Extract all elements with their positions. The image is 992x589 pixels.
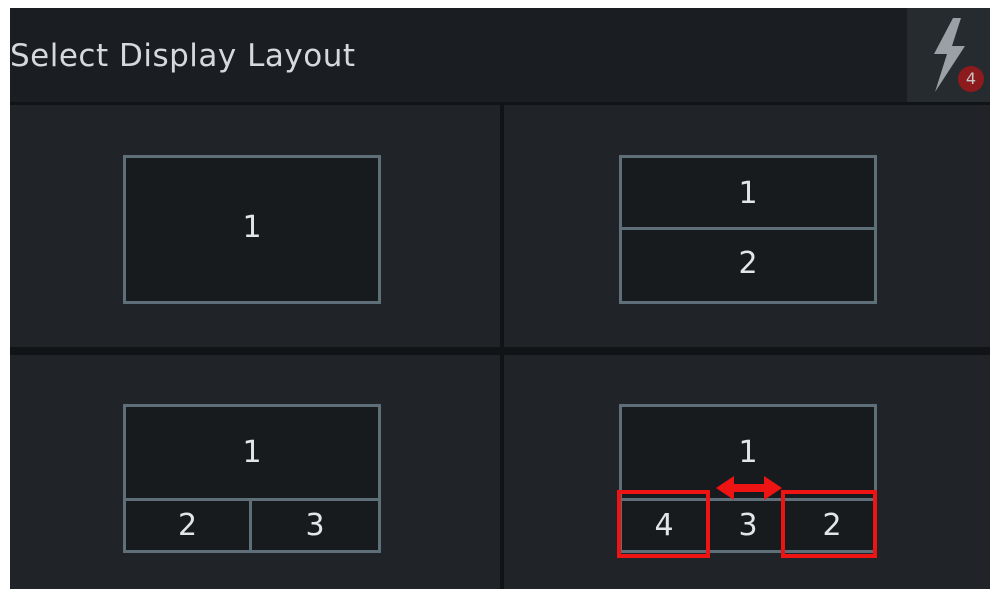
pane-label: 1 <box>242 435 262 470</box>
power-badge: 4 <box>958 66 984 92</box>
layout-divider <box>622 227 874 230</box>
pane-label: 3 <box>738 508 758 543</box>
pane-label: 2 <box>738 246 758 281</box>
highlight-box-pane-4 <box>617 490 710 558</box>
layout-option-single[interactable]: 1 <box>10 105 500 347</box>
highlight-box-pane-2 <box>781 490 877 558</box>
header-bar: Select Display Layout 4 <box>10 8 990 102</box>
page-title: Select Display Layout <box>10 38 356 74</box>
layout-option-top-plus-three[interactable]: 1 4 3 2 <box>504 355 990 589</box>
pane-label: 1 <box>738 435 758 470</box>
power-button[interactable]: 4 <box>907 8 990 102</box>
layout-frame: 1 <box>123 155 381 304</box>
display-layout-screen: Select Display Layout 4 1 1 2 1 2 3 1 4 … <box>10 8 990 589</box>
layout-option-split-horizontal[interactable]: 1 2 <box>504 105 990 347</box>
layout-frame: 1 2 <box>619 155 877 304</box>
layout-divider <box>126 498 378 501</box>
layout-option-top-plus-two[interactable]: 1 2 3 <box>10 355 500 589</box>
pane-label: 2 <box>177 508 198 543</box>
pane-label: 3 <box>305 508 325 543</box>
double-arrow-icon <box>716 476 782 500</box>
pane-label: 1 <box>242 210 262 245</box>
layout-frame: 1 2 3 <box>123 404 381 553</box>
pane-label: 1 <box>738 176 758 211</box>
